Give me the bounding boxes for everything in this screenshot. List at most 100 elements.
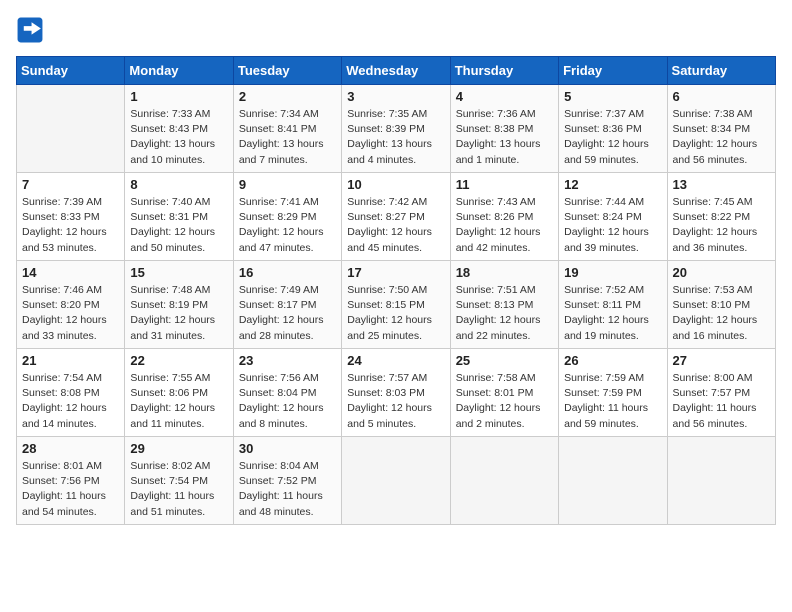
calendar-cell: 16 Sunrise: 7:49 AM Sunset: 8:17 PM Dayli…: [233, 261, 341, 349]
day-number: 15: [130, 265, 227, 280]
cell-info: Sunrise: 7:48 AM Sunset: 8:19 PM Dayligh…: [130, 283, 227, 344]
page-header: [16, 16, 776, 44]
cell-info: Sunrise: 7:52 AM Sunset: 8:11 PM Dayligh…: [564, 283, 661, 344]
day-header-saturday: Saturday: [667, 57, 775, 85]
calendar-cell: 11 Sunrise: 7:43 AM Sunset: 8:26 PM Dayli…: [450, 173, 558, 261]
calendar-cell: [342, 437, 450, 525]
day-header-wednesday: Wednesday: [342, 57, 450, 85]
calendar-cell: 14Sunrise: 7:46 AM Sunset: 8:20 PM Dayli…: [17, 261, 125, 349]
day-number: 5: [564, 89, 661, 104]
cell-info: Sunrise: 7:37 AM Sunset: 8:36 PM Dayligh…: [564, 107, 661, 168]
calendar-cell: 18 Sunrise: 7:51 AM Sunset: 8:13 PM Dayli…: [450, 261, 558, 349]
day-number: 23: [239, 353, 336, 368]
cell-info: Sunrise: 7:57 AM Sunset: 8:03 PM Dayligh…: [347, 371, 444, 432]
calendar-cell: 27 Sunrise: 8:00 AM Sunset: 7:57 PM Dayli…: [667, 349, 775, 437]
day-number: 2: [239, 89, 336, 104]
day-number: 18: [456, 265, 553, 280]
day-number: 10: [347, 177, 444, 192]
day-number: 11: [456, 177, 553, 192]
day-number: 20: [673, 265, 770, 280]
cell-info: Sunrise: 8:01 AM Sunset: 7:56 PM Dayligh…: [22, 459, 119, 520]
cell-info: Sunrise: 7:34 AM Sunset: 8:41 PM Dayligh…: [239, 107, 336, 168]
cell-info: Sunrise: 8:00 AM Sunset: 7:57 PM Dayligh…: [673, 371, 770, 432]
cell-info: Sunrise: 7:33 AM Sunset: 8:43 PM Dayligh…: [130, 107, 227, 168]
day-header-tuesday: Tuesday: [233, 57, 341, 85]
calendar-cell: 2 Sunrise: 7:34 AM Sunset: 8:41 PM Daylig…: [233, 85, 341, 173]
calendar-table: SundayMondayTuesdayWednesdayThursdayFrid…: [16, 56, 776, 525]
calendar-cell: 29 Sunrise: 8:02 AM Sunset: 7:54 PM Dayli…: [125, 437, 233, 525]
calendar-cell: 7Sunrise: 7:39 AM Sunset: 8:33 PM Daylig…: [17, 173, 125, 261]
day-header-sunday: Sunday: [17, 57, 125, 85]
calendar-week-5: 28 Sunrise: 8:01 AM Sunset: 7:56 PM Dayli…: [17, 437, 776, 525]
calendar-cell: 8Sunrise: 7:40 AM Sunset: 8:31 PM Daylig…: [125, 173, 233, 261]
day-number: 3: [347, 89, 444, 104]
day-header-friday: Friday: [559, 57, 667, 85]
cell-info: Sunrise: 7:38 AM Sunset: 8:34 PM Dayligh…: [673, 107, 770, 168]
day-header-thursday: Thursday: [450, 57, 558, 85]
day-number: 24: [347, 353, 444, 368]
day-number: 6: [673, 89, 770, 104]
cell-info: Sunrise: 7:55 AM Sunset: 8:06 PM Dayligh…: [130, 371, 227, 432]
calendar-cell: 1 Sunrise: 7:33 AM Sunset: 8:43 PM Daylig…: [125, 85, 233, 173]
day-number: 13: [673, 177, 770, 192]
calendar-cell: 30 Sunrise: 8:04 AM Sunset: 7:52 PM Dayli…: [233, 437, 341, 525]
day-number: 9: [239, 177, 336, 192]
calendar-week-1: 1 Sunrise: 7:33 AM Sunset: 8:43 PM Daylig…: [17, 85, 776, 173]
calendar-cell: 9 Sunrise: 7:41 AM Sunset: 8:29 PM Daylig…: [233, 173, 341, 261]
day-number: 4: [456, 89, 553, 104]
cell-info: Sunrise: 8:02 AM Sunset: 7:54 PM Dayligh…: [130, 459, 227, 520]
day-number: 22: [130, 353, 227, 368]
day-number: 1: [130, 89, 227, 104]
calendar-cell: 17 Sunrise: 7:50 AM Sunset: 8:15 PM Dayli…: [342, 261, 450, 349]
calendar-cell: 25Sunrise: 7:58 AM Sunset: 8:01 PM Dayli…: [450, 349, 558, 437]
day-number: 14: [22, 265, 119, 280]
calendar-cell: 24 Sunrise: 7:57 AM Sunset: 8:03 PM Dayli…: [342, 349, 450, 437]
calendar-cell: 4 Sunrise: 7:36 AM Sunset: 8:38 PM Daylig…: [450, 85, 558, 173]
calendar-cell: 23 Sunrise: 7:56 AM Sunset: 8:04 PM Dayli…: [233, 349, 341, 437]
cell-info: Sunrise: 7:49 AM Sunset: 8:17 PM Dayligh…: [239, 283, 336, 344]
day-number: 16: [239, 265, 336, 280]
day-number: 19: [564, 265, 661, 280]
cell-info: Sunrise: 7:58 AM Sunset: 8:01 PM Dayligh…: [456, 371, 553, 432]
cell-info: Sunrise: 7:56 AM Sunset: 8:04 PM Dayligh…: [239, 371, 336, 432]
cell-info: Sunrise: 7:36 AM Sunset: 8:38 PM Dayligh…: [456, 107, 553, 168]
logo-icon: [16, 16, 44, 44]
day-number: 8: [130, 177, 227, 192]
day-number: 17: [347, 265, 444, 280]
calendar-cell: [17, 85, 125, 173]
calendar-cell: 19 Sunrise: 7:52 AM Sunset: 8:11 PM Dayli…: [559, 261, 667, 349]
cell-info: Sunrise: 7:43 AM Sunset: 8:26 PM Dayligh…: [456, 195, 553, 256]
calendar-header: SundayMondayTuesdayWednesdayThursdayFrid…: [17, 57, 776, 85]
calendar-cell: 15 Sunrise: 7:48 AM Sunset: 8:19 PM Dayli…: [125, 261, 233, 349]
calendar-cell: 5 Sunrise: 7:37 AM Sunset: 8:36 PM Daylig…: [559, 85, 667, 173]
calendar-week-4: 21Sunrise: 7:54 AM Sunset: 8:08 PM Dayli…: [17, 349, 776, 437]
cell-info: Sunrise: 7:35 AM Sunset: 8:39 PM Dayligh…: [347, 107, 444, 168]
calendar-week-2: 7Sunrise: 7:39 AM Sunset: 8:33 PM Daylig…: [17, 173, 776, 261]
cell-info: Sunrise: 7:54 AM Sunset: 8:08 PM Dayligh…: [22, 371, 119, 432]
calendar-cell: 12 Sunrise: 7:44 AM Sunset: 8:24 PM Dayli…: [559, 173, 667, 261]
day-number: 12: [564, 177, 661, 192]
calendar-cell: [667, 437, 775, 525]
calendar-cell: [450, 437, 558, 525]
calendar-cell: 10Sunrise: 7:42 AM Sunset: 8:27 PM Dayli…: [342, 173, 450, 261]
day-number: 30: [239, 441, 336, 456]
day-number: 29: [130, 441, 227, 456]
cell-info: Sunrise: 7:53 AM Sunset: 8:10 PM Dayligh…: [673, 283, 770, 344]
cell-info: Sunrise: 7:45 AM Sunset: 8:22 PM Dayligh…: [673, 195, 770, 256]
calendar-cell: 3 Sunrise: 7:35 AM Sunset: 8:39 PM Daylig…: [342, 85, 450, 173]
day-header-monday: Monday: [125, 57, 233, 85]
cell-info: Sunrise: 7:41 AM Sunset: 8:29 PM Dayligh…: [239, 195, 336, 256]
cell-info: Sunrise: 7:51 AM Sunset: 8:13 PM Dayligh…: [456, 283, 553, 344]
cell-info: Sunrise: 7:44 AM Sunset: 8:24 PM Dayligh…: [564, 195, 661, 256]
logo: [16, 16, 46, 44]
day-number: 27: [673, 353, 770, 368]
calendar-cell: 26Sunrise: 7:59 AM Sunset: 7:59 PM Dayli…: [559, 349, 667, 437]
day-number: 28: [22, 441, 119, 456]
calendar-cell: 22 Sunrise: 7:55 AM Sunset: 8:06 PM Dayli…: [125, 349, 233, 437]
day-number: 7: [22, 177, 119, 192]
calendar-week-3: 14Sunrise: 7:46 AM Sunset: 8:20 PM Dayli…: [17, 261, 776, 349]
cell-info: Sunrise: 8:04 AM Sunset: 7:52 PM Dayligh…: [239, 459, 336, 520]
calendar-cell: 21Sunrise: 7:54 AM Sunset: 8:08 PM Dayli…: [17, 349, 125, 437]
cell-info: Sunrise: 7:50 AM Sunset: 8:15 PM Dayligh…: [347, 283, 444, 344]
calendar-cell: 28 Sunrise: 8:01 AM Sunset: 7:56 PM Dayli…: [17, 437, 125, 525]
